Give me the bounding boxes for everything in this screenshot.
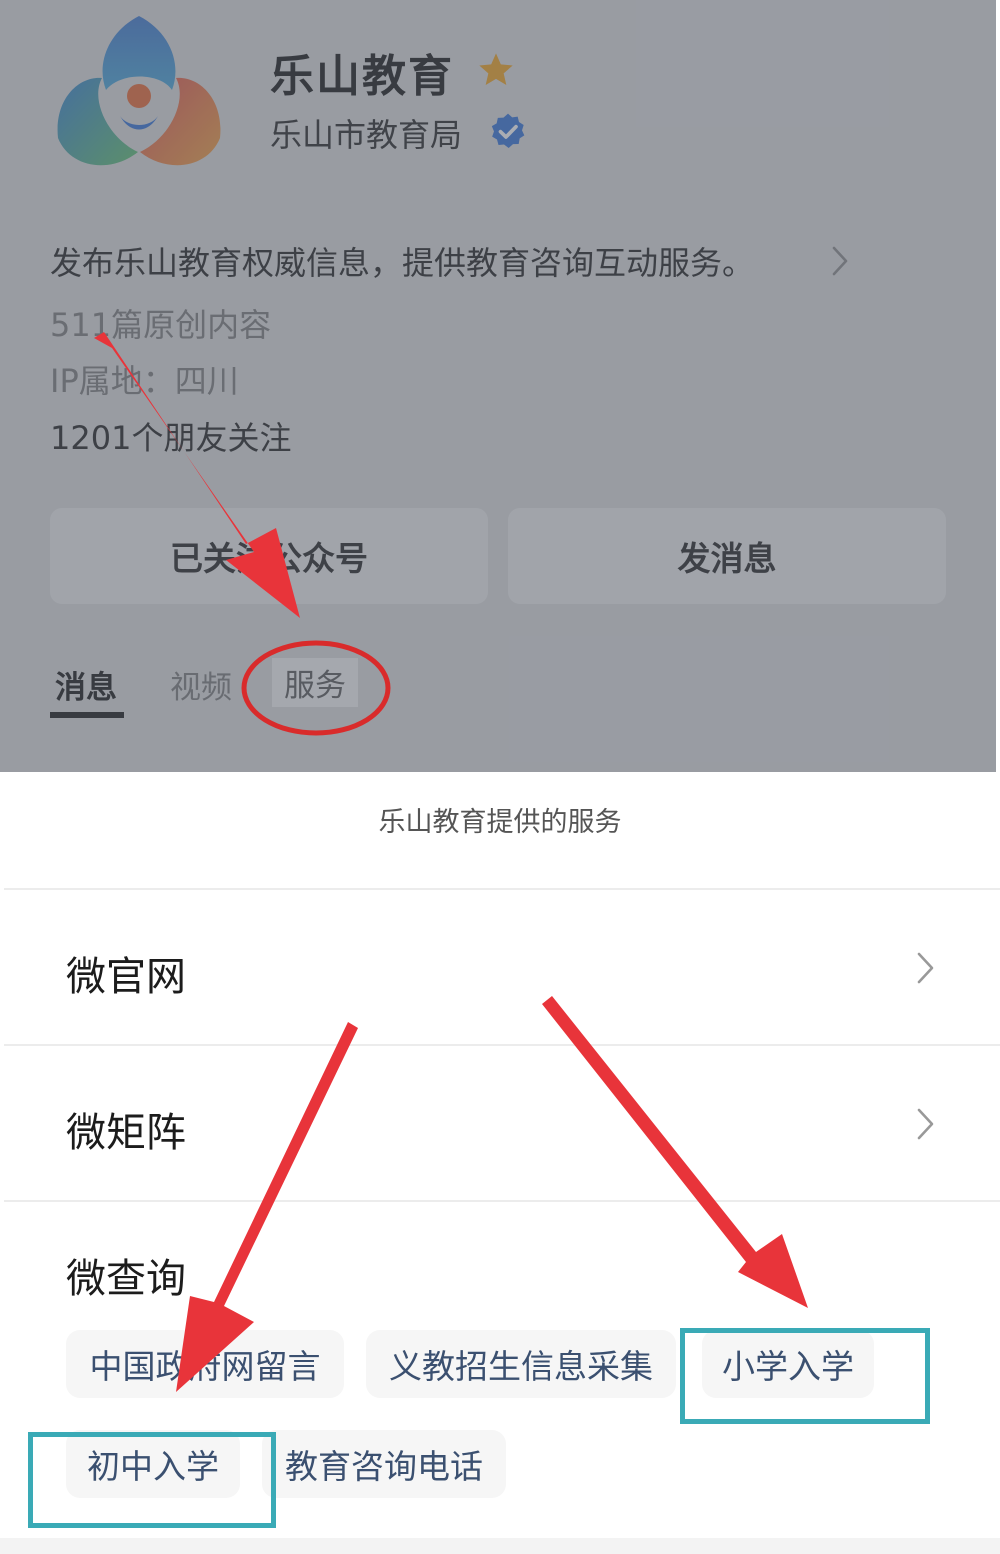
active-tab-indicator bbox=[50, 712, 124, 718]
original-content-count[interactable]: 511篇原创内容 bbox=[50, 300, 271, 346]
tab-videos[interactable]: 视频 bbox=[170, 662, 232, 707]
chevron-right-icon[interactable] bbox=[914, 1106, 938, 1142]
service-row-micro-matrix[interactable]: 微矩阵 bbox=[66, 1100, 186, 1158]
tab-messages[interactable]: 消息 bbox=[55, 662, 117, 707]
service-row-micro-website[interactable]: 微官网 bbox=[66, 944, 186, 1002]
verified-icon bbox=[491, 113, 525, 148]
service-row-micro-query: 微查询 bbox=[66, 1256, 186, 1302]
services-sheet-title: 乐山教育提供的服务 bbox=[378, 807, 622, 838]
chip-edu-hotline[interactable]: 教育咨询电话 bbox=[262, 1430, 506, 1498]
profile-header: 乐山教育 乐山市教育局 发布乐山教育权威信息，提供教育咨询互动服务。 511篇原… bbox=[0, 0, 996, 772]
annotation-circle bbox=[241, 640, 391, 736]
star-icon bbox=[479, 53, 513, 85]
divider bbox=[4, 1044, 1000, 1046]
ip-location: IP属地：四川 bbox=[50, 362, 239, 400]
logo-icon bbox=[57, 16, 221, 166]
send-message-button[interactable]: 发消息 bbox=[508, 508, 946, 604]
account-description[interactable]: 发布乐山教育权威信息，提供教育咨询互动服务。 bbox=[50, 238, 754, 284]
friends-follow-count[interactable]: 1201个朋友关注 bbox=[50, 413, 291, 459]
divider bbox=[4, 888, 1000, 890]
account-name: 乐山教育 bbox=[270, 51, 454, 102]
highlight-box-primary bbox=[680, 1328, 930, 1424]
highlight-box-middle bbox=[28, 1432, 276, 1528]
chip-gov-message[interactable]: 中国政府网留言 bbox=[66, 1330, 344, 1398]
chevron-right-icon[interactable] bbox=[914, 950, 938, 986]
org-name[interactable]: 乐山市教育局 bbox=[270, 110, 462, 156]
followed-account-button[interactable]: 已关注公众号 bbox=[50, 508, 488, 604]
arrow-to-primary-school bbox=[542, 996, 808, 1308]
chip-enrollment-info[interactable]: 义教招生信息采集 bbox=[366, 1330, 676, 1398]
bottom-strip bbox=[0, 1538, 1000, 1554]
chevron-right-icon[interactable] bbox=[826, 244, 854, 278]
divider bbox=[4, 1200, 1000, 1202]
